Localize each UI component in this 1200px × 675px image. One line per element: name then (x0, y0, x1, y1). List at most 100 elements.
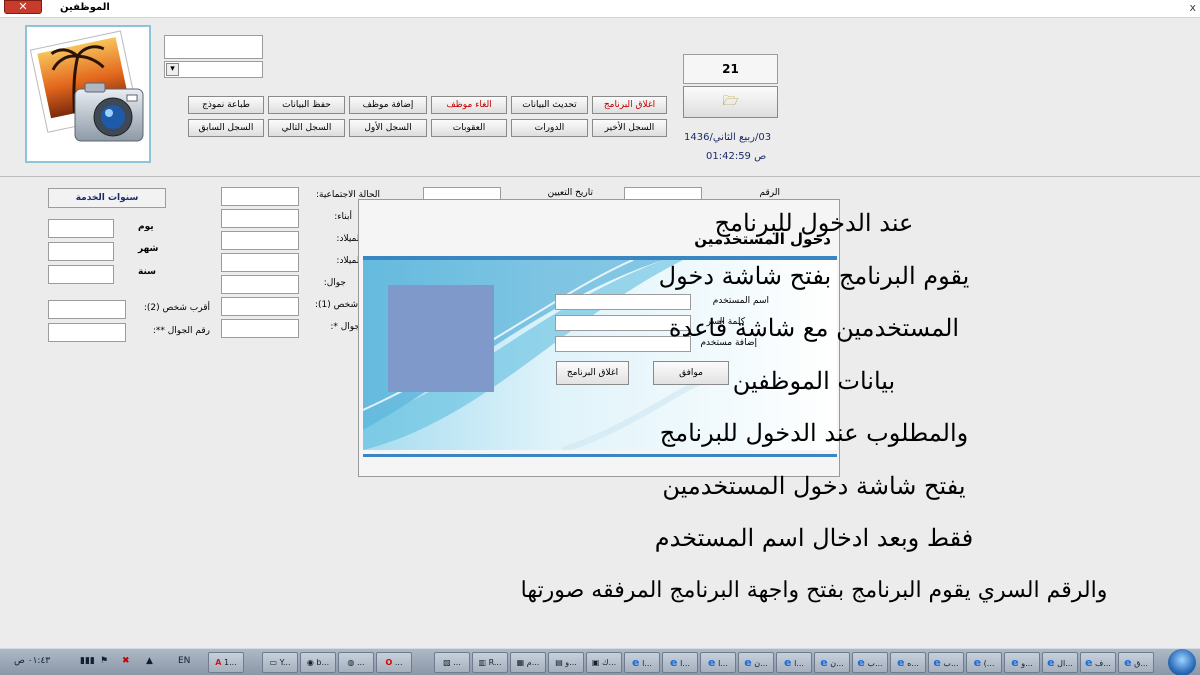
mobile-short-field[interactable] (221, 275, 299, 294)
app-icon: ▥ (478, 658, 487, 667)
cancel-employee-button[interactable]: الغاء موظف (431, 96, 507, 114)
taskbar-item[interactable]: A 1... (208, 652, 244, 673)
caption-line: يفتح شاشة دخول المستخدمين (662, 471, 966, 500)
caption-line: والمطلوب عند الدخول للبرنامج (659, 419, 969, 447)
day-label: يوم (138, 222, 154, 232)
signal-icon[interactable]: ▮▮▮ (80, 656, 95, 666)
birth-label-1: الميلاد: (336, 234, 362, 244)
taskbar-item[interactable]: ▦ م... (510, 652, 546, 673)
close-small-icon[interactable]: x (1189, 1, 1196, 14)
taskbar-item[interactable]: ▭ Y... (262, 652, 298, 673)
app-icon: ▣ (591, 658, 600, 667)
mobile-field[interactable] (48, 323, 126, 342)
penalties-button[interactable]: العقوبات (431, 119, 507, 137)
taskbar-item[interactable]: e ب... (928, 652, 964, 673)
service-years-field[interactable] (48, 265, 114, 284)
caption-line: فقط وبعد ادخال اسم المستخدم (654, 524, 974, 552)
hijri-date: 03/ربيع الثاني/1436 (684, 132, 772, 143)
taskbar-item[interactable]: ◉ b... (300, 652, 336, 673)
mobile2-field[interactable] (221, 319, 299, 338)
taskbar-item[interactable]: e ا... (700, 652, 736, 673)
taskbar-item[interactable]: e و... (1004, 652, 1040, 673)
ie-icon: e (632, 656, 640, 669)
children-field[interactable] (221, 209, 299, 228)
opera-icon: O (385, 658, 393, 667)
taskbar-item[interactable]: ▤ و... (548, 652, 584, 673)
nearest-person-field[interactable] (48, 300, 126, 319)
taskbar-item[interactable]: e (... (966, 652, 1002, 673)
taskbar-item[interactable]: ◍ ... (338, 652, 374, 673)
caption-line: يقوم البرنامج بفتح شاشة دخول (658, 261, 970, 290)
taskbar-item[interactable]: e ا... (624, 652, 660, 673)
chevron-down-icon[interactable]: ▾ (166, 63, 179, 76)
taskbar-item[interactable]: e ه... (890, 652, 926, 673)
first-record-button[interactable]: السجل الأول (349, 119, 427, 137)
taskbar-item[interactable]: e ن... (738, 652, 774, 673)
taskbar-item[interactable]: O ... (376, 652, 412, 673)
birth-field-1[interactable] (221, 231, 299, 250)
add-employee-button[interactable]: إضافة موظف (349, 96, 427, 114)
app-icon: ◉ (306, 658, 314, 667)
search-input[interactable] (164, 35, 263, 59)
service-days-field[interactable] (48, 219, 114, 238)
open-folder-icon[interactable]: 🗁 (683, 86, 778, 118)
pdf-icon: A (215, 658, 222, 667)
employee-photo[interactable] (25, 25, 151, 163)
taskbar-item[interactable]: e ن... (814, 652, 850, 673)
birth-label-2: الميلاد: (336, 256, 362, 266)
taskbar-item[interactable]: e ا... (776, 652, 812, 673)
ie-icon: e (744, 656, 752, 669)
nearest-person-label: أقرب شخص (2): (143, 303, 210, 313)
mobile-short-label: جوال: (323, 278, 346, 288)
ie-icon: e (933, 656, 941, 669)
camera-photo-icon (29, 30, 144, 142)
taskbar-item[interactable]: e ب... (852, 652, 888, 673)
record-counter: 21 (683, 54, 778, 84)
person1-field[interactable] (221, 297, 299, 316)
birth-field-2[interactable] (221, 253, 299, 272)
app-icon: ▧ (443, 658, 451, 667)
caption-line: بيانات الموظفين (732, 366, 896, 395)
ie-icon: e (973, 656, 982, 669)
children-label: أبناء: (334, 212, 352, 222)
person1-label: شخص (1): (314, 300, 358, 310)
action-center-icon[interactable]: ⚑ (100, 656, 108, 666)
next-record-button[interactable]: السجل التالي (268, 119, 345, 137)
ie-icon: e (820, 656, 828, 669)
title-bar: ✕ الموظفين x (0, 0, 1200, 18)
app-icon: ▭ (269, 658, 278, 667)
caption-line: عند الدخول للبرنامج (714, 209, 914, 237)
taskbar-item[interactable]: ▣ ك... (586, 652, 622, 673)
refresh-data-button[interactable]: تحديث البيانات (511, 96, 588, 114)
ie-icon: e (1011, 656, 1019, 669)
app-icon: ◍ (347, 658, 355, 667)
taskbar-item[interactable]: e ق... (1118, 652, 1154, 673)
ie-icon: e (670, 656, 678, 669)
service-months-field[interactable] (48, 242, 114, 261)
show-hidden-icons-icon[interactable]: ▲ (146, 656, 153, 666)
close-icon[interactable]: ✕ (4, 0, 42, 14)
courses-button[interactable]: الدورات (511, 119, 588, 137)
taskbar-item[interactable]: e ف... (1080, 652, 1116, 673)
language-indicator[interactable]: EN (178, 656, 190, 666)
print-form-button[interactable]: طباعة نموذج (188, 96, 264, 114)
windows-start-icon[interactable] (1168, 649, 1196, 675)
close-program-button[interactable]: اغلاق البرنامج (592, 96, 667, 114)
marital-status-field[interactable] (221, 187, 299, 206)
ie-icon: e (1085, 656, 1093, 669)
taskbar-item[interactable]: e ا... (662, 652, 698, 673)
header-divider (0, 176, 1200, 177)
taskbar-item[interactable]: e ال... (1042, 652, 1078, 673)
taskbar-clock[interactable]: ٠١:٤٣ ص (14, 656, 50, 666)
record-select[interactable]: ▾ (164, 61, 263, 78)
service-years-title: سنوات الخدمة (48, 188, 166, 208)
taskbar-item[interactable]: ▧ ... (434, 652, 470, 673)
caption-line: المستخدمين مع شاشة قاعدة (668, 314, 960, 342)
save-data-button[interactable]: حفظ البيانات (268, 96, 345, 114)
year-label: سنة (138, 267, 156, 277)
taskbar-item[interactable]: ▥ R... (472, 652, 508, 673)
last-record-button[interactable]: السجل الأخير (592, 119, 667, 137)
previous-record-button[interactable]: السجل السابق (188, 119, 264, 137)
network-error-icon[interactable]: ✖ (122, 656, 130, 666)
window-title: الموظفين (60, 2, 110, 13)
